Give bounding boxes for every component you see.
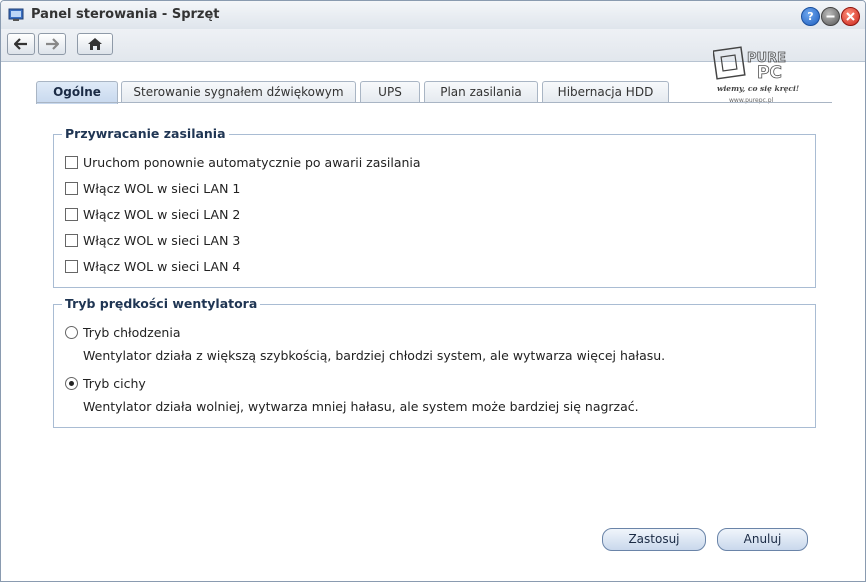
- title-bar: Panel sterowania - Sprzęt ?: [1, 1, 865, 29]
- tab-hibernacja-hdd[interactable]: Hibernacja HDD: [542, 81, 669, 103]
- tab-ogolne[interactable]: Ogólne: [36, 81, 118, 104]
- arrow-left-icon: [14, 38, 27, 50]
- auto-restart-label: Uruchom ponownie automatycznie po awarii…: [83, 155, 421, 170]
- wol-lan4-label: Włącz WOL w sieci LAN 4: [83, 259, 241, 274]
- power-recovery-group: Przywracanie zasilania Uruchom ponownie …: [53, 126, 816, 288]
- home-icon: [88, 38, 102, 50]
- wol-lan1-checkbox[interactable]: [65, 182, 78, 195]
- tab-plan-zasilania[interactable]: Plan zasilania: [424, 81, 538, 103]
- cooling-mode-radio[interactable]: [65, 326, 78, 339]
- minimize-icon: [826, 15, 835, 18]
- home-button[interactable]: [77, 33, 113, 55]
- wol-lan3-checkbox[interactable]: [65, 234, 78, 247]
- tab-ups[interactable]: UPS: [360, 81, 420, 103]
- auto-restart-checkbox[interactable]: [65, 156, 78, 169]
- cooling-mode-description: Wentylator działa z większą szybkością, …: [83, 348, 666, 363]
- wol-lan4-checkbox[interactable]: [65, 260, 78, 273]
- help-label: ?: [807, 10, 814, 23]
- help-button[interactable]: ?: [801, 7, 820, 26]
- svg-text:wiemy, co się kręci!: wiemy, co się kręci!: [717, 84, 799, 93]
- window-title: Panel sterowania - Sprzęt: [31, 7, 220, 22]
- purepc-watermark-logo: PURE PC wiemy, co się kręci! www.purepc.…: [713, 46, 799, 104]
- minimize-button[interactable]: [821, 7, 840, 26]
- arrow-right-icon: [46, 38, 59, 50]
- fan-speed-group: Tryb prędkości wentylatora Tryb chłodzen…: [53, 296, 816, 428]
- forward-button[interactable]: [38, 33, 66, 55]
- control-panel-window: Panel sterowania - Sprzęt ? PURE PC wiem…: [0, 0, 866, 582]
- wol-lan1-label: Włącz WOL w sieci LAN 1: [83, 181, 241, 196]
- wol-lan2-checkbox[interactable]: [65, 208, 78, 221]
- tab-sterowanie-sygnalem[interactable]: Sterowanie sygnałem dźwiękowym: [121, 81, 356, 103]
- close-icon: [846, 12, 855, 21]
- control-panel-app-icon: [8, 8, 24, 21]
- fan-speed-legend: Tryb prędkości wentylatora: [62, 296, 261, 311]
- apply-button[interactable]: Zastosuj: [602, 528, 706, 551]
- wol-lan3-label: Włącz WOL w sieci LAN 3: [83, 233, 241, 248]
- cooling-mode-label: Tryb chłodzenia: [83, 325, 181, 340]
- close-button[interactable]: [841, 7, 860, 26]
- power-recovery-legend: Przywracanie zasilania: [62, 126, 229, 141]
- quiet-mode-label: Tryb cichy: [83, 376, 146, 391]
- tab-divider: [36, 102, 832, 103]
- back-button[interactable]: [7, 33, 35, 55]
- quiet-mode-radio[interactable]: [65, 377, 78, 390]
- svg-text:PC: PC: [757, 63, 782, 83]
- quiet-mode-description: Wentylator działa wolniej, wytwarza mnie…: [83, 399, 639, 414]
- wol-lan2-label: Włącz WOL w sieci LAN 2: [83, 207, 241, 222]
- cancel-button[interactable]: Anuluj: [717, 528, 808, 551]
